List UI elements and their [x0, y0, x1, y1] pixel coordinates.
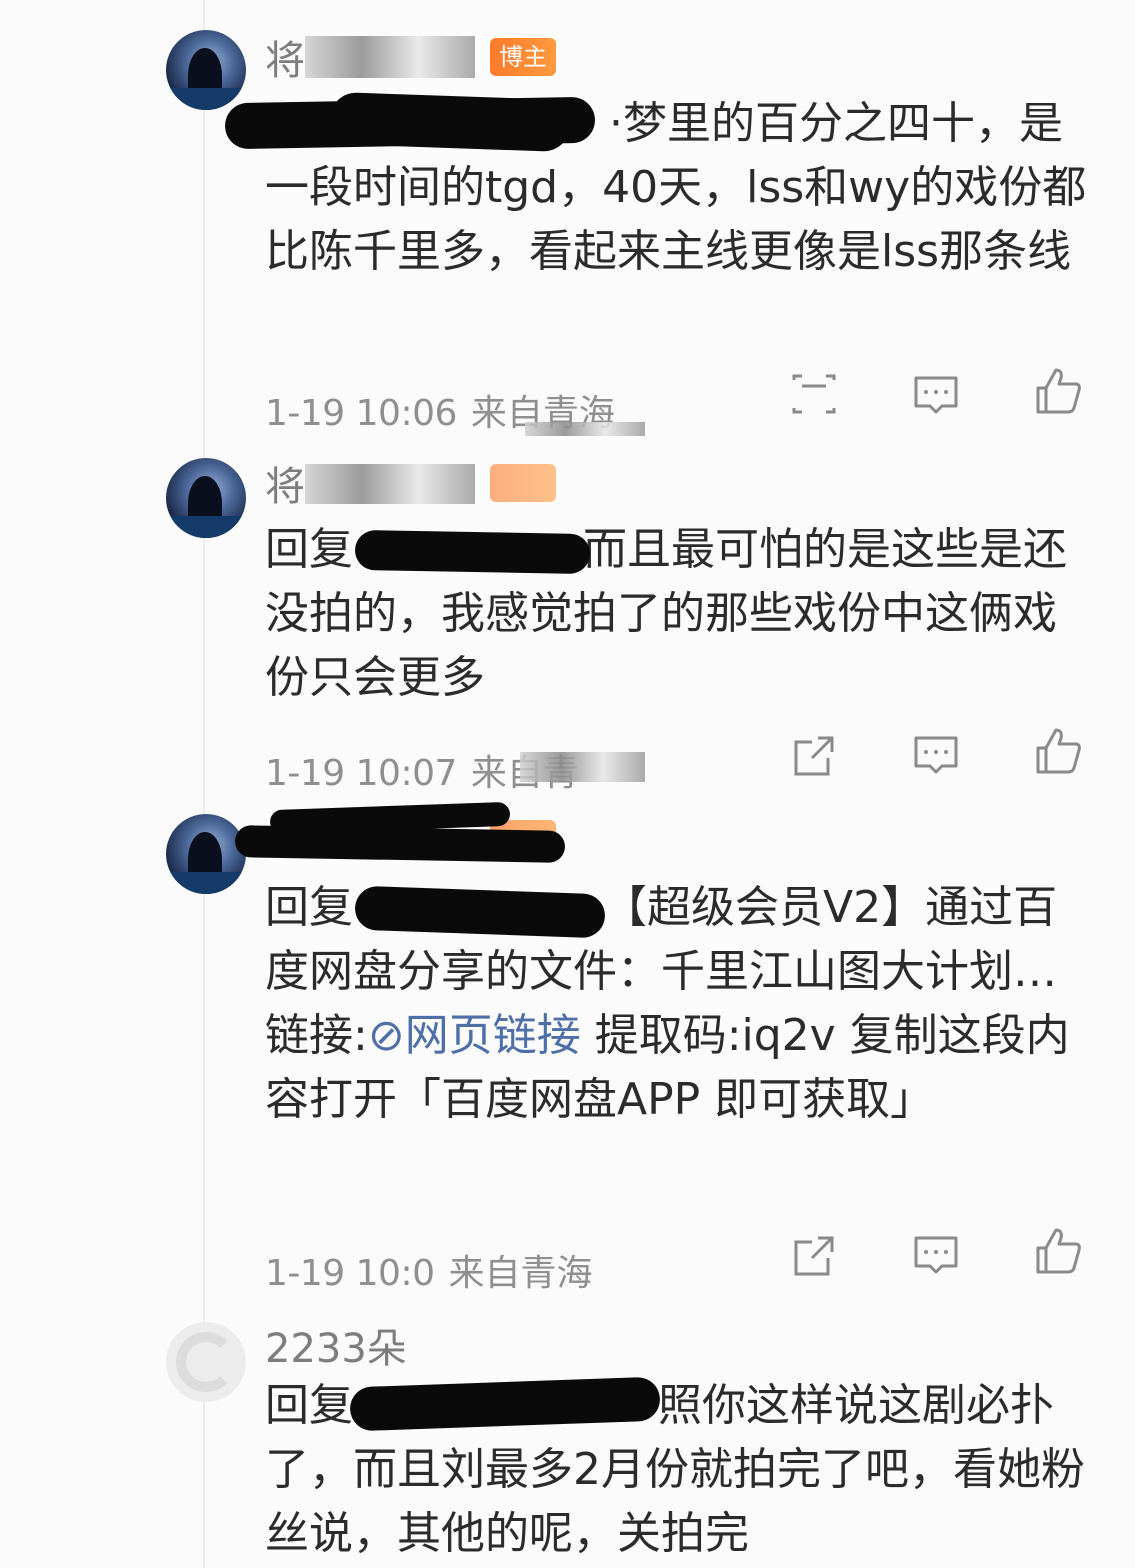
- blurred-username: [305, 36, 475, 78]
- username[interactable]: 将: [265, 28, 305, 86]
- comment-icon[interactable]: [912, 1232, 960, 1280]
- share-icon[interactable]: [790, 732, 838, 780]
- reply-prefix: 回复: [265, 882, 353, 933]
- like-icon[interactable]: [1034, 366, 1082, 414]
- username[interactable]: 将: [265, 454, 305, 512]
- author-badge: 博主: [490, 38, 556, 76]
- reply-prefix: 回复: [265, 524, 353, 575]
- comment-3: 回复 【超级会员V2】通过百度网盘分享的文件：千里江山图大计划… 链接:⊘网页链接…: [0, 800, 1135, 1310]
- web-link[interactable]: 网页链接: [405, 1010, 581, 1061]
- default-avatar[interactable]: [166, 1322, 246, 1402]
- blurred-username: [305, 464, 475, 504]
- avatar[interactable]: [166, 30, 246, 110]
- comment-1: 将 博主 回·梦里的百分之四十，是一段时间的tgd，40天，lss和wy的戏份都…: [0, 0, 1135, 450]
- comment-meta: 1-19 10:0 来自青海: [265, 1244, 593, 1296]
- like-icon[interactable]: [1034, 1226, 1082, 1274]
- timestamp: 1-19 10:0: [265, 1253, 435, 1294]
- comment-2: 将 回复 而且最可怕的是这些是还没拍的，我感觉拍了的那些戏份中这俩戏份只会更多 1…: [0, 450, 1135, 800]
- redaction-mark: [234, 825, 566, 863]
- comment-icon[interactable]: [912, 372, 960, 420]
- share-icon[interactable]: [790, 1232, 838, 1280]
- location: 来自青海: [448, 1253, 593, 1294]
- redaction-mark: [354, 885, 606, 939]
- blurred-location: [520, 752, 645, 782]
- avatar[interactable]: [166, 814, 246, 894]
- link-icon: ⊘: [367, 1010, 405, 1061]
- username[interactable]: 2233朵: [265, 1316, 407, 1374]
- comment-4: 2233朵 回复 照你这样说这剧必扑了，而且刘最多2月份就拍完了吧，看她粉丝说，其…: [0, 1310, 1135, 1568]
- blurred-location: [525, 422, 645, 436]
- share-icon[interactable]: [790, 372, 838, 420]
- like-icon[interactable]: [1034, 726, 1082, 774]
- timestamp: 1-19 10:07: [265, 753, 457, 794]
- timestamp: 1-19 10:06: [265, 393, 457, 434]
- redaction-mark: [329, 91, 571, 153]
- comment-icon[interactable]: [912, 732, 960, 780]
- reply-prefix: 回复: [265, 1380, 353, 1431]
- redaction-mark: [354, 529, 591, 575]
- author-badge: [490, 464, 556, 502]
- avatar[interactable]: [166, 458, 246, 538]
